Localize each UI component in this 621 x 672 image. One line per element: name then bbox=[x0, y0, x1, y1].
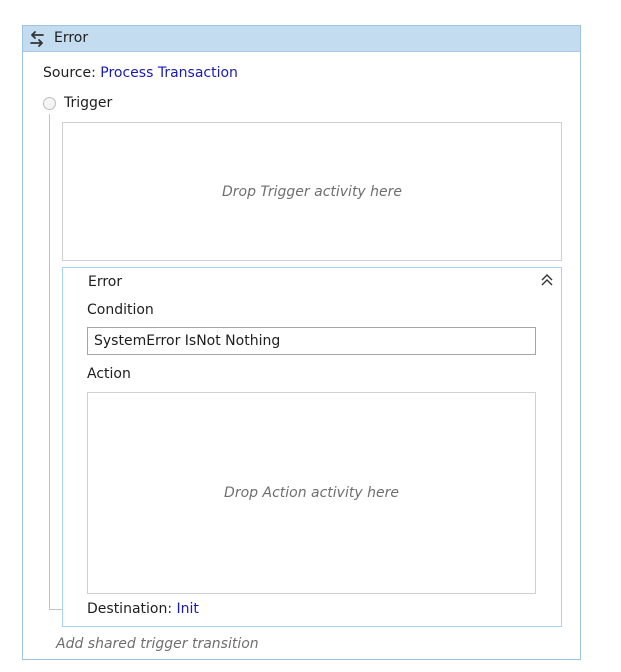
source-row: Source: Process Transaction bbox=[43, 65, 238, 81]
transition-box: Error Condition Action Drop Action activ… bbox=[62, 267, 562, 627]
destination-label: Destination: bbox=[87, 601, 173, 617]
swap-arrows-icon bbox=[30, 31, 44, 47]
trigger-drop-zone[interactable]: Drop Trigger activity here bbox=[62, 122, 562, 261]
add-shared-trigger-link[interactable]: Add shared trigger transition bbox=[56, 636, 259, 652]
trigger-label: Trigger bbox=[64, 95, 113, 111]
destination-row: Destination: Init bbox=[87, 601, 199, 617]
source-label: Source: bbox=[43, 65, 96, 81]
condition-label: Condition bbox=[87, 302, 154, 318]
action-drop-placeholder: Drop Action activity here bbox=[224, 485, 399, 501]
panel-header[interactable]: Error bbox=[23, 26, 580, 52]
double-chevron-up-icon[interactable] bbox=[540, 273, 554, 287]
condition-input[interactable] bbox=[87, 327, 536, 355]
source-link[interactable]: Process Transaction bbox=[100, 65, 238, 81]
trigger-drop-placeholder: Drop Trigger activity here bbox=[221, 183, 403, 200]
panel-title: Error bbox=[54, 30, 89, 46]
tree-connector-vertical bbox=[49, 114, 50, 609]
transition-title: Error bbox=[88, 274, 123, 290]
transition-panel: Error Source: Process Transaction Trigge… bbox=[22, 25, 581, 660]
action-label: Action bbox=[87, 366, 131, 382]
trigger-node-icon bbox=[43, 97, 56, 110]
destination-link[interactable]: Init bbox=[177, 601, 199, 617]
action-drop-zone[interactable]: Drop Action activity here bbox=[87, 392, 536, 594]
